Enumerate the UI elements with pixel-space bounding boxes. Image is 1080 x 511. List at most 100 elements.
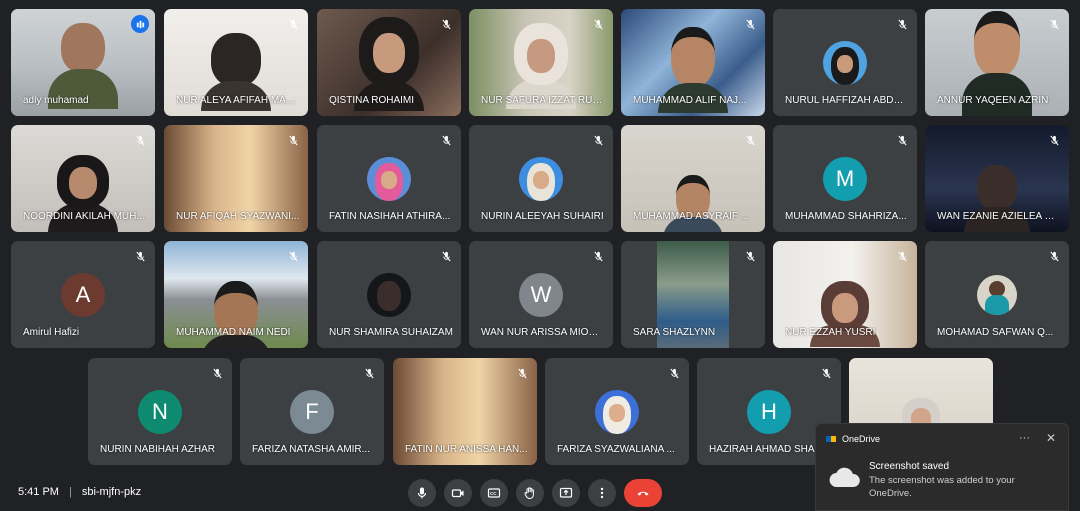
participant-name: FARIZA NATASHA AMIR... <box>252 444 370 455</box>
mic-off-icon <box>893 131 911 149</box>
participant-tile[interactable]: FARIZA SYAZWALIANA ... <box>545 358 689 465</box>
participant-name: FARIZA SYAZWALIANA ... <box>557 444 675 455</box>
mic-off-icon <box>284 131 302 149</box>
participant-tile[interactable]: NUR AFIQAH SYAZWANI... <box>164 125 308 232</box>
participant-tile[interactable]: M MUHAMMAD SHAHRIZA... <box>773 125 917 232</box>
call-controls: CC <box>408 479 662 507</box>
participant-tile[interactable]: NUR ALEYA AFIFAH MAZ... <box>164 9 308 116</box>
microphone-button[interactable] <box>408 479 436 507</box>
onedrive-app-icon <box>826 436 836 442</box>
participant-tile[interactable]: FATIN NASIHAH ATHIRA... <box>317 125 461 232</box>
present-button[interactable] <box>552 479 580 507</box>
participant-name: FATIN NUR ANISSA HAN... <box>405 444 528 455</box>
participant-tile[interactable]: SARA SHAZLYNN <box>621 241 765 348</box>
notification-title: Screenshot saved <box>869 461 950 472</box>
participant-tile[interactable]: NOORDINI AKILAH MUH... <box>11 125 155 232</box>
avatar <box>595 390 639 434</box>
meeting-info: 5:41 PM | sbi-mjfn-pkz <box>18 486 141 498</box>
participant-name: WAN NUR ARISSA MIOR ... <box>481 327 605 338</box>
avatar <box>519 157 563 201</box>
notification-header: OneDrive <box>826 434 880 444</box>
raise-hand-button[interactable] <box>516 479 544 507</box>
cloud-icon <box>829 467 860 488</box>
mic-off-icon <box>589 131 607 149</box>
participant-tile[interactable]: adly muhamad <box>11 9 155 116</box>
participant-name: Amirul Hafizi <box>23 327 80 338</box>
participant-name: NUR AFIQAH SYAZWANI... <box>176 211 300 222</box>
participant-tile[interactable]: MOHAMAD SAFWAN Q... <box>925 241 1069 348</box>
participant-tile[interactable]: NUR SAFURA IZZAT RUS... <box>469 9 613 116</box>
mic-off-icon <box>589 247 607 265</box>
captions-icon: CC <box>487 488 501 498</box>
avatar: N <box>138 390 182 434</box>
mic-off-icon <box>513 364 531 382</box>
participant-tile[interactable]: F FARIZA NATASHA AMIR... <box>240 358 384 465</box>
participant-tile[interactable]: QISTINA ROHAIMI <box>317 9 461 116</box>
phone-hangup-icon <box>637 491 649 496</box>
more-vert-icon <box>600 487 604 499</box>
participant-tile[interactable]: FATIN NUR ANISSA HAN... <box>393 358 537 465</box>
avatar <box>977 275 1017 315</box>
avatar <box>367 273 411 317</box>
mic-off-icon <box>284 247 302 265</box>
avatar <box>367 157 411 201</box>
mic-off-icon <box>1045 131 1063 149</box>
mic-off-icon <box>437 131 455 149</box>
camera-button[interactable] <box>444 479 472 507</box>
participant-tile[interactable]: NURIN ALEEYAH SUHAIRI <box>469 125 613 232</box>
mic-off-icon <box>131 131 149 149</box>
participant-tile[interactable]: NUR SHAMIRA SUHAIZAM <box>317 241 461 348</box>
participant-name: NURIN NABIHAH AZHAR <box>100 444 216 455</box>
participant-name: adly muhamad <box>23 95 89 106</box>
mic-off-icon <box>589 15 607 33</box>
participant-name: WAN EZANIE AZIELEA W... <box>937 211 1061 222</box>
mic-off-icon <box>893 247 911 265</box>
participant-tile[interactable]: N NURIN NABIHAH AZHAR <box>88 358 232 465</box>
notification-close-button[interactable]: ✕ <box>1046 431 1056 445</box>
mic-off-icon <box>437 247 455 265</box>
more-options-button[interactable] <box>588 479 616 507</box>
notification-app-name: OneDrive <box>842 434 881 444</box>
mic-off-icon <box>1045 247 1063 265</box>
camera-icon <box>451 489 464 498</box>
participant-name: NUR SAFURA IZZAT RUS... <box>481 95 605 106</box>
avatar: H <box>747 390 791 434</box>
end-call-button[interactable] <box>624 479 662 507</box>
participant-tile[interactable]: W WAN NUR ARISSA MIOR ... <box>469 241 613 348</box>
participant-name: NUR ALEYA AFIFAH MAZ... <box>176 95 300 106</box>
participant-tile[interactable]: A Amirul Hafizi <box>11 241 155 348</box>
mic-off-icon <box>741 247 759 265</box>
participant-tile[interactable]: ANNUR YAQEEN AZRIN <box>925 9 1069 116</box>
avatar: W <box>519 273 563 317</box>
participant-tile[interactable]: NUR EZZAH YUSRI <box>773 241 917 348</box>
mic-off-icon <box>665 364 683 382</box>
avatar: A <box>61 273 105 317</box>
participant-name: FATIN NASIHAH ATHIRA... <box>329 211 451 222</box>
mic-off-icon <box>817 364 835 382</box>
microphone-icon <box>417 487 427 499</box>
meeting-time: 5:41 PM <box>18 486 59 498</box>
participant-tile[interactable]: NURUL HAFFIZAH ABDU... <box>773 9 917 116</box>
avatar: F <box>290 390 334 434</box>
participant-name: NUR SHAMIRA SUHAIZAM <box>329 327 453 338</box>
mic-off-icon <box>1045 15 1063 33</box>
mic-off-icon <box>741 15 759 33</box>
participant-name: MUHAMMAD NAIM NEDI <box>176 327 291 338</box>
mic-off-icon <box>437 15 455 33</box>
mic-off-icon <box>893 15 911 33</box>
meeting-code[interactable]: sbi-mjfn-pkz <box>82 486 141 498</box>
speaking-indicator-icon <box>131 15 149 33</box>
participant-tile[interactable]: MUHAMMAD NAIM NEDI <box>164 241 308 348</box>
hand-icon <box>524 487 534 500</box>
onedrive-notification[interactable]: OneDrive ··· ✕ Screenshot saved The scre… <box>815 423 1069 511</box>
mic-off-icon <box>131 247 149 265</box>
separator: | <box>68 486 72 498</box>
svg-text:CC: CC <box>490 491 497 496</box>
participant-tile[interactable]: WAN EZANIE AZIELEA W... <box>925 125 1069 232</box>
captions-button[interactable]: CC <box>480 479 508 507</box>
mic-off-icon <box>284 15 302 33</box>
participant-tile[interactable]: MUHAMMAD ASYRAIF ... <box>621 125 765 232</box>
participant-tile[interactable]: MUHAMMAD ALIF NAJ... <box>621 9 765 116</box>
participant-name: MUHAMMAD ALIF NAJ... <box>633 95 747 106</box>
notification-more-button[interactable]: ··· <box>1019 432 1030 444</box>
